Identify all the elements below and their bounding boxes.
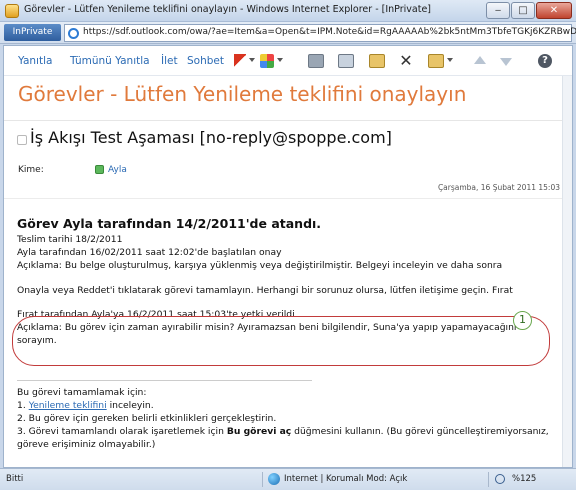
address-bar: InPrivate https://sdf.outlook.com/owa/?a… [0,22,576,44]
task-description: Açıklama: Bu belge oluşturulmuş, karşıya… [17,260,503,271]
flag-icon[interactable] [234,54,246,68]
minimize-button[interactable]: ‒ [486,2,510,19]
forward-button[interactable]: İlet [161,55,178,67]
url-text[interactable]: https://sdf.outlook.com/owa/?ae=Item&a=O… [83,27,576,37]
ie-icon [68,28,79,39]
copy-icon[interactable] [338,54,354,68]
window-title: Görevler - Lütfen Yenileme teklifini ona… [24,4,431,15]
vertical-scrollbar[interactable] [562,76,572,467]
status-bar: Bitti Internet | Korumalı Mod: Açık %125 [0,468,576,490]
help-icon[interactable]: ? [538,54,552,68]
previous-item-icon[interactable] [474,56,486,64]
presence-icon [95,165,104,174]
step-3-prefix: 3. Görevi tamamlandı olarak işaretlemek … [17,426,227,437]
highlight-ellipse [12,316,550,366]
step-2: 2. Bu görev için gereken belirli etkinli… [17,413,277,424]
recipient-link[interactable]: Ayla [108,165,127,175]
flag-dropdown-icon[interactable] [249,58,255,62]
message-icon [17,135,27,145]
message-date: Çarşamba, 16 Şubat 2011 15:03 [437,183,560,192]
delete-icon[interactable]: ✕ [398,53,414,69]
message-subject: Görevler - Lütfen Yenileme teklifini ona… [18,82,467,106]
divider [488,472,489,487]
print-icon[interactable] [308,54,324,68]
security-zone[interactable]: Internet | Korumalı Mod: Açık [284,474,407,484]
zoom-level[interactable]: %125 [512,474,536,484]
renewal-proposal-link[interactable]: Yenileme teklifini [29,400,107,411]
approval-started: Ayla tarafından 16/02/2011 saat 12:02'de… [17,247,282,258]
move-icon[interactable] [428,54,444,68]
inprivate-badge[interactable]: InPrivate [4,24,61,41]
callout-number: 1 [513,311,532,330]
divider [4,198,572,199]
step-1: 1. Yenileme teklifini inceleyin. [17,399,562,412]
app-icon [5,4,19,18]
maximize-button[interactable]: □ [511,2,535,19]
status-text: Bitti [6,474,24,484]
close-button[interactable]: ✕ [536,2,572,19]
divider [4,120,572,121]
step-3: 3. Görevi tamamlandı olarak işaretlemek … [17,425,562,451]
task-heading: Görev Ayla tarafından 14/2/2011'de atand… [17,216,322,231]
move-dropdown-icon[interactable] [447,58,453,62]
step-1-prefix: 1. [17,400,29,411]
divider [17,380,312,381]
reply-button[interactable]: Yanıtla [18,55,52,67]
chat-button[interactable]: Sohbet [187,55,224,67]
categories-dropdown-icon[interactable] [277,58,283,62]
url-field[interactable]: https://sdf.outlook.com/owa/?ae=Item&a=O… [64,24,576,42]
internet-zone-icon [268,473,280,485]
zoom-icon[interactable] [495,474,505,484]
to-label: Kime: [18,165,44,175]
step-1-suffix: inceleyin. [106,400,154,411]
move-to-folder-icon[interactable] [369,54,385,68]
page-content: Yanıtla Tümünü Yanıtla İlet Sohbet ✕ ? G… [3,45,573,468]
task-instructions: Onayla veya Reddet'i tıklatarak görevi t… [17,285,513,296]
divider [262,472,263,487]
due-date: Teslim tarihi 18/2/2011 [17,234,123,245]
open-task-label: Bu görevi aç [226,426,292,437]
mail-toolbar: Yanıtla Tümünü Yanıtla İlet Sohbet ✕ ? [4,46,572,76]
categories-icon[interactable] [260,54,274,68]
steps-intro: Bu görevi tamamlamak için: [17,387,147,398]
message-sender: İş Akışı Test Aşaması [no-reply@spoppe.c… [30,128,392,147]
completion-steps: Bu görevi tamamlamak için: 1. Yenileme t… [17,386,562,451]
window-titlebar: Görevler - Lütfen Yenileme teklifini ona… [0,0,576,22]
reply-all-button[interactable]: Tümünü Yanıtla [70,55,150,67]
next-item-icon[interactable] [500,58,512,66]
